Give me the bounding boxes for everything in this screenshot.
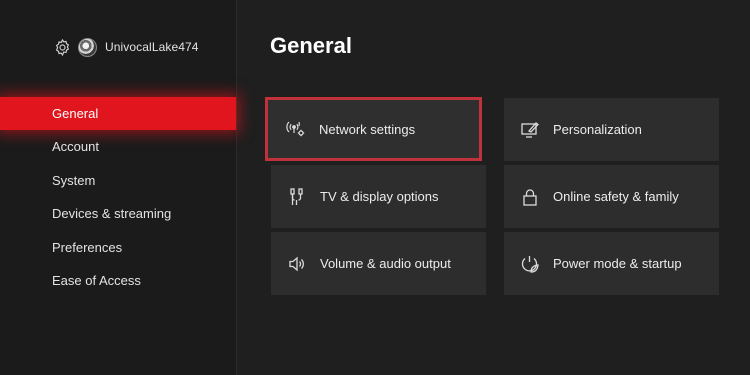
- lock-icon: [520, 187, 540, 207]
- profile-row[interactable]: UnivocalLake474: [53, 37, 199, 57]
- network-icon: [286, 119, 306, 139]
- sidebar-item-general[interactable]: General: [0, 97, 236, 131]
- speaker-icon: [287, 254, 307, 274]
- settings-nav: General Account System Devices & streami…: [0, 97, 236, 297]
- sidebar-item-system[interactable]: System: [0, 164, 236, 197]
- gear-icon[interactable]: [53, 38, 72, 57]
- tile-label: Volume & audio output: [320, 256, 451, 271]
- tile-label: TV & display options: [320, 189, 439, 204]
- tile-label: Network settings: [319, 122, 416, 137]
- network-settings-tile[interactable]: Network settings: [265, 97, 482, 161]
- sidebar: UnivocalLake474 General Account System D…: [0, 0, 237, 375]
- sidebar-item-ease-of-access[interactable]: Ease of Access: [0, 264, 236, 297]
- tile-label: Power mode & startup: [553, 256, 682, 271]
- tile-label: Online safety & family: [553, 189, 679, 204]
- online-safety-family-tile[interactable]: Online safety & family: [504, 165, 719, 228]
- power-leaf-icon: [520, 254, 540, 274]
- hdmi-cable-icon: [287, 187, 307, 207]
- volume-audio-output-tile[interactable]: Volume & audio output: [271, 232, 486, 295]
- username: UnivocalLake474: [105, 40, 199, 54]
- page-title: General: [270, 33, 352, 58]
- avatar[interactable]: [78, 37, 97, 57]
- paint-monitor-icon: [520, 120, 540, 140]
- sidebar-item-preferences[interactable]: Preferences: [0, 231, 236, 264]
- sidebar-item-account[interactable]: Account: [0, 130, 236, 163]
- personalization-tile[interactable]: Personalization: [504, 98, 719, 161]
- power-mode-startup-tile[interactable]: Power mode & startup: [504, 232, 719, 295]
- tv-display-options-tile[interactable]: TV & display options: [271, 165, 486, 228]
- tile-label: Personalization: [553, 122, 642, 137]
- sidebar-item-devices-streaming[interactable]: Devices & streaming: [0, 197, 236, 230]
